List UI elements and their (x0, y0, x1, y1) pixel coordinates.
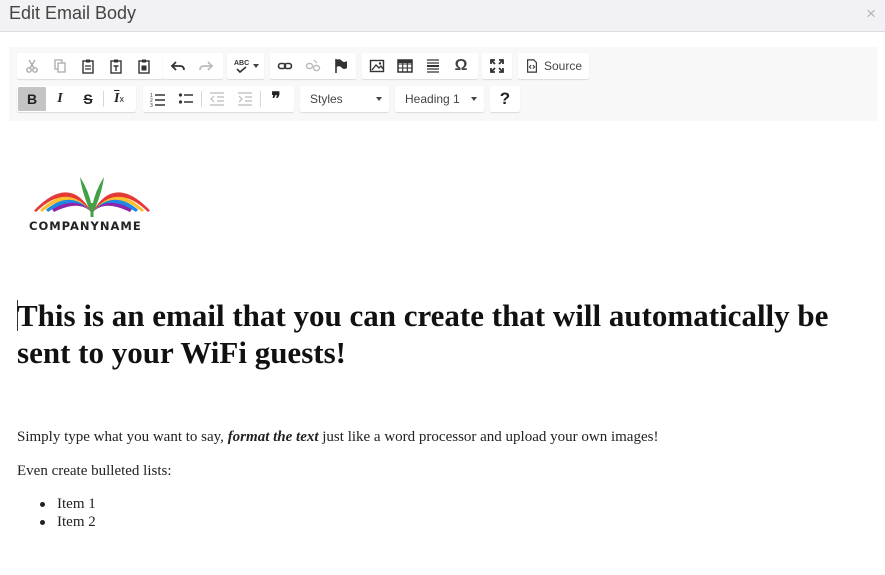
logo-stem (90, 203, 94, 217)
email-bullet-list[interactable]: Item 1 Item 2 (40, 495, 96, 531)
italic-icon: I (57, 91, 63, 106)
separator (260, 91, 261, 107)
copy-icon[interactable] (46, 54, 74, 78)
separator (201, 91, 202, 107)
source-icon (527, 59, 537, 73)
help-button[interactable]: ? (491, 87, 519, 111)
email-heading[interactable]: This is an email that you can create tha… (17, 297, 877, 371)
redo-icon[interactable] (192, 54, 220, 78)
italic-button[interactable]: I (46, 87, 74, 111)
paste-word-icon[interactable] (130, 54, 158, 78)
paste-icon[interactable] (74, 54, 102, 78)
spellcheck-icon[interactable]: ABC (228, 54, 262, 78)
document-group: Source (518, 53, 589, 79)
format-combo[interactable]: Heading 1 (395, 86, 484, 112)
source-label: Source (544, 59, 583, 73)
image-icon[interactable] (363, 54, 391, 78)
close-button[interactable]: × (866, 5, 876, 22)
paragraph-1-emphasis: format the text (227, 429, 319, 445)
links-group (270, 53, 356, 79)
svg-text:3: 3 (150, 103, 153, 107)
spell-abc-label: ABC (234, 60, 249, 67)
link-icon[interactable] (271, 54, 299, 78)
paragraph-1-text: Simply type what you want to say, (17, 429, 228, 445)
about-group: ? (490, 86, 520, 112)
insert-group: Ω (362, 53, 478, 79)
unlink-icon[interactable] (299, 54, 327, 78)
horizontal-rule-icon[interactable] (419, 54, 447, 78)
outdent-icon[interactable] (203, 87, 231, 111)
remove-format-button[interactable]: Ix (105, 87, 133, 111)
tools-group (482, 53, 512, 79)
separator (103, 91, 104, 107)
bold-button[interactable]: B (18, 87, 46, 111)
paragraph-group: 123 ❞ (143, 86, 294, 112)
special-char-icon[interactable]: Ω (447, 54, 475, 78)
email-paragraph-1[interactable]: Simply type what you want to say, format… (17, 428, 658, 446)
list-item[interactable]: Item 2 (40, 513, 96, 531)
styles-label: Styles (310, 92, 343, 106)
omega-symbol: Ω (454, 57, 468, 74)
strike-button[interactable]: S (74, 87, 102, 111)
cut-icon[interactable] (18, 54, 46, 78)
dialog-header: Edit Email Body × (0, 0, 885, 32)
spellcheck-group: ABC (227, 53, 264, 79)
chevron-down-icon (471, 97, 477, 101)
dialog-title: Edit Email Body (9, 3, 137, 23)
bulleted-list-icon[interactable] (172, 87, 200, 111)
maximize-icon[interactable] (483, 54, 511, 78)
history-group (163, 53, 223, 79)
format-label: Heading 1 (405, 92, 460, 106)
anchor-icon[interactable] (327, 54, 355, 78)
bold-icon: B (26, 91, 38, 107)
undo-icon[interactable] (164, 54, 192, 78)
indent-icon[interactable] (231, 87, 259, 111)
help-icon: ? (499, 89, 511, 108)
blockquote-icon[interactable]: ❞ (262, 87, 290, 111)
basicstyles-group: B I S Ix (17, 86, 136, 112)
list-item[interactable]: Item 1 (40, 495, 96, 513)
table-icon[interactable] (391, 54, 419, 78)
paste-text-icon[interactable] (102, 54, 130, 78)
paragraph-1-text-end: just like a word processor and upload yo… (318, 429, 659, 445)
source-button[interactable]: Source (519, 54, 588, 78)
chevron-down-icon (376, 97, 382, 101)
company-logo-text: COMPANYNAME (29, 219, 142, 233)
quote-symbol: ❞ (271, 89, 281, 108)
strike-icon: S (83, 91, 93, 107)
styles-combo[interactable]: Styles (300, 86, 389, 112)
email-paragraph-2[interactable]: Even create bulleted lists: (17, 462, 172, 480)
numbered-list-icon[interactable]: 123 (144, 87, 172, 111)
editor-toolbar: ABC Ω Source B I S I x 1 2 3 ❞ Styles He… (9, 47, 877, 121)
clipboard-group (17, 53, 163, 79)
remove-format-sub: x (119, 94, 124, 104)
